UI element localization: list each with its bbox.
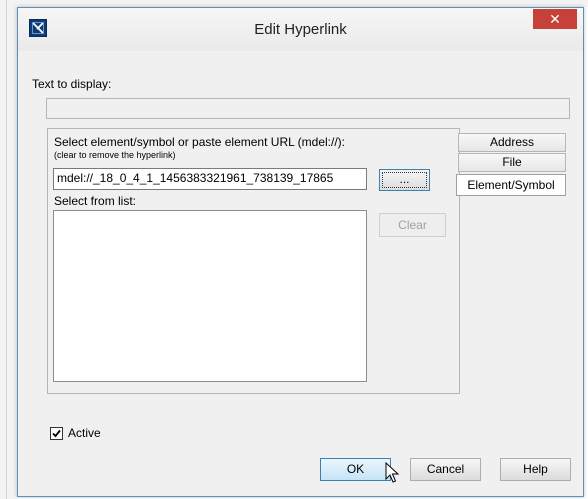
title-bar[interactable]: Edit Hyperlink ✕ <box>18 8 583 51</box>
close-icon: ✕ <box>549 11 561 27</box>
mouse-pointer-icon <box>385 462 399 483</box>
help-button[interactable]: Help <box>500 458 571 481</box>
select-from-list-label: Select from list: <box>54 194 137 208</box>
close-button[interactable]: ✕ <box>533 9 577 29</box>
focus-ring <box>382 172 427 188</box>
text-to-display-label: Text to display: <box>32 77 112 91</box>
background-strip-top <box>17 0 588 7</box>
active-label: Active <box>68 426 101 440</box>
cancel-button[interactable]: Cancel <box>410 458 481 481</box>
checkmark-icon <box>52 429 61 438</box>
element-list[interactable] <box>53 210 367 382</box>
active-checkbox[interactable] <box>50 427 63 440</box>
ok-button[interactable]: OK <box>320 458 391 481</box>
background-divider <box>6 0 7 499</box>
element-url-input[interactable]: mdel://_18_0_4_1_1456383321961_738139_17… <box>53 168 367 190</box>
edit-hyperlink-dialog: Edit Hyperlink ✕ Text to display: Addres… <box>17 7 584 497</box>
tab-element-symbol[interactable]: Element/Symbol <box>456 174 566 196</box>
clear-hint: (clear to remove the hyperlink) <box>54 150 176 160</box>
clear-button[interactable]: Clear <box>379 213 446 237</box>
tab-address[interactable]: Address <box>458 133 566 152</box>
text-to-display-field[interactable] <box>46 98 570 119</box>
background-strip-left <box>0 0 17 499</box>
browse-button[interactable]: ... <box>379 169 430 191</box>
window-title: Edit Hyperlink <box>254 21 347 38</box>
tab-file[interactable]: File <box>458 153 566 172</box>
element-url-instruction: Select element/symbol or paste element U… <box>54 135 346 149</box>
